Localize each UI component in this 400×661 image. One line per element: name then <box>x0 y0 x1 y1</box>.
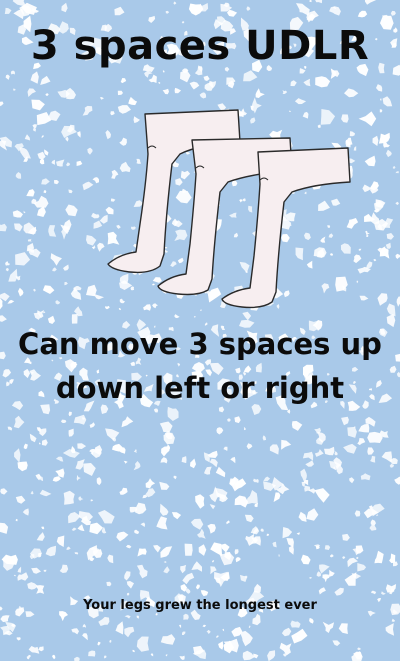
three-legs-icon <box>107 109 351 309</box>
flavor-text: Your legs grew the longest ever <box>83 598 317 613</box>
game-card: 3 spaces UDLR Can move 3 spaces up down … <box>0 0 400 661</box>
card-description: Can move 3 spaces up down left or right <box>18 327 382 405</box>
card-title: 3 spaces UDLR <box>30 23 370 69</box>
